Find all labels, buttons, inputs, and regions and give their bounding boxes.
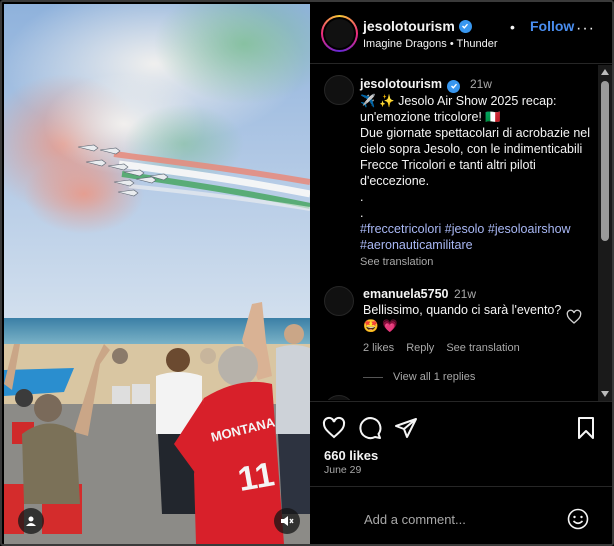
add-comment-input[interactable] bbox=[364, 506, 554, 532]
emoji-picker-button[interactable] bbox=[567, 508, 589, 530]
heart-icon bbox=[322, 416, 346, 444]
heart-icon bbox=[566, 309, 582, 329]
post-date[interactable]: June 29 bbox=[324, 464, 361, 476]
caption-line-3: Due giornate spettacolari di acrobazie n… bbox=[360, 125, 590, 188]
comment-meta: 2 likes Reply See translation bbox=[363, 342, 520, 354]
hashtag-link[interactable]: #jesoloairshow bbox=[488, 222, 571, 236]
mute-toggle-button[interactable] bbox=[274, 508, 300, 534]
header-separator: • bbox=[510, 19, 515, 35]
audio-track-link[interactable]: Imagine Dragons • Thunder bbox=[363, 38, 498, 50]
emoji-icon bbox=[567, 508, 589, 534]
share-button[interactable] bbox=[394, 416, 418, 440]
commenter-username[interactable]: emanuela5750 bbox=[363, 287, 448, 301]
comment-reply-button[interactable]: Reply bbox=[406, 342, 434, 354]
more-options-button[interactable]: ··· bbox=[576, 20, 595, 38]
tag-people-button[interactable] bbox=[18, 508, 44, 534]
scroll-down-arrow[interactable] bbox=[598, 387, 612, 401]
share-icon bbox=[394, 418, 418, 444]
comments-scrollbar[interactable] bbox=[598, 65, 612, 401]
caption-line-2: un'emozione tricolore! 🇮🇹 bbox=[360, 109, 501, 124]
save-button[interactable] bbox=[574, 416, 598, 440]
post-likes-count[interactable]: 660 likes bbox=[324, 448, 378, 463]
follow-button[interactable]: Follow bbox=[530, 18, 574, 34]
comment-time[interactable]: 21w bbox=[454, 287, 476, 301]
comment-text: Bellissimo, quando ci sarà l'evento? bbox=[363, 303, 562, 317]
post-actions: 660 likes June 29 bbox=[310, 401, 612, 485]
caption-author-avatar[interactable] bbox=[324, 75, 354, 105]
caption-dot-2: . bbox=[360, 205, 364, 220]
replies-divider bbox=[363, 376, 383, 378]
comment-button[interactable] bbox=[358, 416, 382, 440]
comment-icon bbox=[358, 417, 382, 444]
author-username-row[interactable]: jesolotourism bbox=[363, 18, 472, 34]
caption-time[interactable]: 21w bbox=[470, 77, 492, 91]
comment-see-translation[interactable]: See translation bbox=[446, 342, 519, 354]
caption-username[interactable]: jesolotourism bbox=[360, 77, 442, 91]
author-avatar[interactable] bbox=[321, 15, 358, 52]
post-header: jesolotourism • Follow ··· Imagine Drago… bbox=[310, 4, 612, 64]
post-photo[interactable]: MONTANA 11 bbox=[4, 4, 310, 544]
view-replies-button[interactable]: View all 1 replies bbox=[363, 371, 475, 383]
jersey-number: 11 bbox=[235, 455, 277, 499]
comment-likes-count[interactable]: 2 likes bbox=[363, 342, 394, 354]
hashtag-link[interactable]: #jesolo bbox=[445, 222, 485, 236]
commenter-avatar[interactable] bbox=[324, 286, 354, 316]
caption-line-1: ✈️ ✨ Jesolo Air Show 2025 recap: bbox=[360, 93, 557, 108]
comment: emanuela5750 21w Bellissimo, quando ci s… bbox=[363, 286, 563, 334]
caption-see-translation[interactable]: See translation bbox=[360, 254, 592, 270]
hashtag-link[interactable]: #freccetricolori bbox=[360, 222, 441, 236]
muted-speaker-icon bbox=[280, 514, 294, 528]
scroll-up-arrow[interactable] bbox=[598, 65, 612, 79]
user-tag-icon bbox=[25, 515, 37, 527]
post-side-panel: jesolotourism • Follow ··· Imagine Drago… bbox=[310, 4, 612, 544]
caption-dot-1: . bbox=[360, 189, 364, 204]
scrollbar-thumb[interactable] bbox=[601, 81, 609, 241]
view-replies-label: View all 1 replies bbox=[393, 371, 476, 383]
verified-icon bbox=[447, 79, 461, 93]
hashtag-link[interactable]: #aeronauticamilitare bbox=[360, 238, 473, 252]
verified-icon bbox=[458, 19, 472, 33]
like-button[interactable] bbox=[322, 416, 346, 440]
comment-like-button[interactable] bbox=[566, 309, 582, 325]
next-commenter-avatar[interactable] bbox=[324, 395, 354, 400]
air-show-scene: MONTANA 11 bbox=[4, 4, 310, 544]
comments-list[interactable]: jesolotourism 21w ✈️ ✨ Jesolo Air Show 2… bbox=[310, 65, 600, 400]
comment-emojis: 🤩 💗 bbox=[363, 319, 398, 333]
author-username[interactable]: jesolotourism bbox=[363, 18, 455, 34]
caption: jesolotourism 21w ✈️ ✨ Jesolo Air Show 2… bbox=[360, 76, 592, 270]
caption-hashtags: #freccetricolori #jesolo #jesoloairshow … bbox=[360, 221, 592, 253]
post-dialog: MONTANA 11 jesolotourism • Follow ··· Im… bbox=[0, 0, 614, 546]
bookmark-icon bbox=[574, 417, 598, 444]
add-comment-bar bbox=[310, 486, 612, 544]
